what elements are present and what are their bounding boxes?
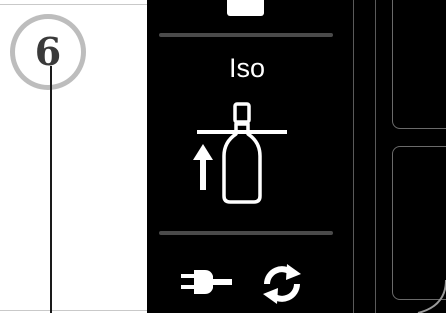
device-bezel xyxy=(347,0,446,313)
step-connector-line xyxy=(50,66,52,313)
device-screen: Iso xyxy=(147,0,347,313)
step-number: 6 xyxy=(34,29,62,74)
bottle-with-up-arrow-icon xyxy=(193,102,287,204)
bezel-edge-line xyxy=(353,0,354,313)
refresh-icon xyxy=(263,264,301,304)
device-side-button-lower[interactable] xyxy=(392,146,446,300)
step-badge: 6 xyxy=(10,14,86,90)
screen-divider-top xyxy=(159,33,333,37)
step-badge-inner: 6 xyxy=(15,19,81,85)
instruction-figure: 6 Iso xyxy=(0,0,446,313)
mode-label: Iso xyxy=(228,53,266,83)
bezel-edge-line xyxy=(375,0,376,313)
screen-divider-bottom xyxy=(159,231,333,235)
device-corner-outline xyxy=(417,280,446,313)
device-side-button-upper[interactable] xyxy=(392,0,446,129)
screen-top-tab xyxy=(227,0,264,16)
plug-icon xyxy=(181,270,232,294)
